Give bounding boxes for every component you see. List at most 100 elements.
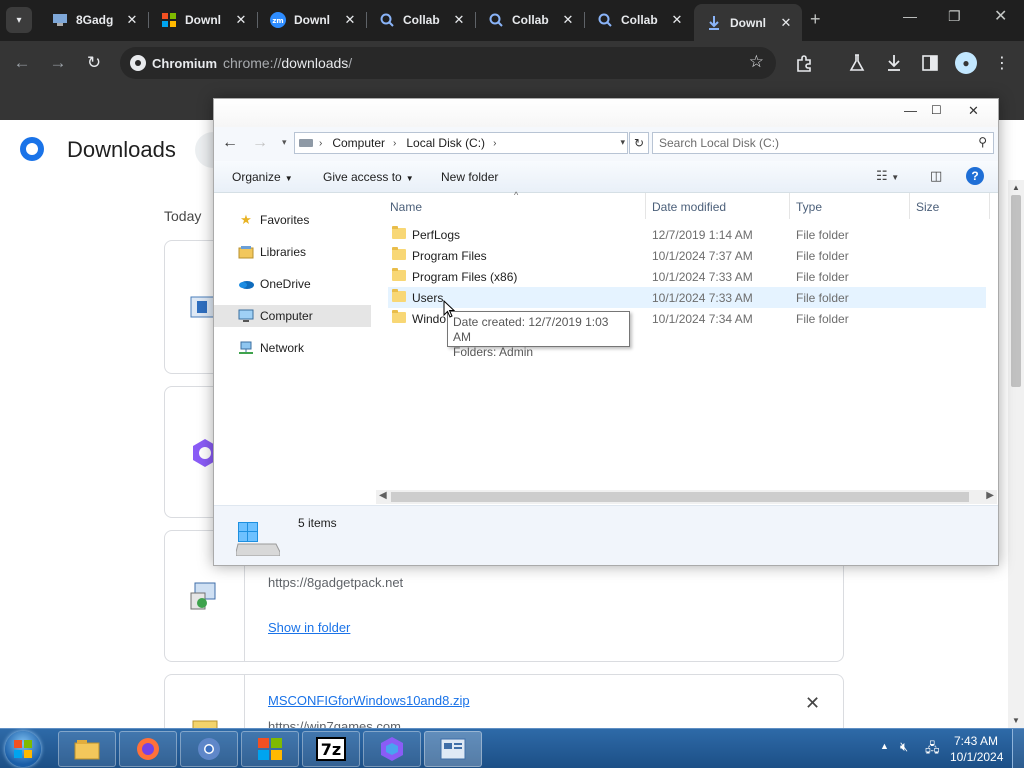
taskbar-firefox-icon[interactable] xyxy=(119,731,177,767)
tab-downloads-microsoft[interactable]: Downl ✕ xyxy=(149,4,257,36)
file-row-hovered[interactable]: Users 10/1/2024 7:33 AM File folder xyxy=(388,287,986,308)
maximize-icon[interactable]: ☐ xyxy=(931,103,942,117)
bookmark-star-icon[interactable]: ☆ xyxy=(749,52,764,72)
file-date: 12/7/2019 1:14 AM xyxy=(652,228,753,242)
preview-pane-icon[interactable]: ◫ xyxy=(930,168,942,184)
close-icon[interactable]: ✕ xyxy=(778,15,794,31)
close-window-icon[interactable]: ✕ xyxy=(968,103,979,119)
restore-icon[interactable]: ❐ xyxy=(948,8,961,25)
explorer-search-input[interactable]: Search Local Disk (C:) ⚲ xyxy=(652,132,994,154)
search-icon[interactable]: ⚲ xyxy=(978,135,987,149)
local-disk-icon xyxy=(236,522,280,556)
nav-item-libraries[interactable]: Libraries xyxy=(214,241,371,263)
windows-taskbar: 7z ▲ 🔇︎ 🖧︎ 7:43 AM 10/1/2024 xyxy=(0,728,1024,768)
close-icon[interactable]: ✕ xyxy=(451,12,467,28)
minimize-icon[interactable]: — xyxy=(903,8,917,24)
breadcrumb-chevron-icon[interactable]: › xyxy=(393,138,396,149)
download-filename-link[interactable]: MSCONFIGforWindows10and8.zip xyxy=(268,693,470,708)
give-access-menu-button[interactable]: Give access to ▼ xyxy=(323,170,414,184)
extensions-puzzle-icon[interactable] xyxy=(793,52,815,74)
reload-icon[interactable]: ↻ xyxy=(82,51,106,75)
address-bar[interactable]: Chromium chrome://downloads/ ☆ xyxy=(120,47,776,79)
computer-icon xyxy=(238,308,254,324)
back-arrow-icon[interactable]: ← xyxy=(222,134,238,152)
address-dropdown-icon[interactable]: ▾ xyxy=(620,137,625,148)
back-arrow-icon[interactable]: ← xyxy=(10,51,34,75)
show-in-folder-link[interactable]: Show in folder xyxy=(268,620,350,635)
breadcrumb-chevron-icon[interactable]: › xyxy=(493,138,496,149)
tab-search-chevron-icon[interactable]: ▾ xyxy=(6,7,32,33)
taskbar-control-panel-icon[interactable] xyxy=(424,731,482,767)
nav-item-network[interactable]: Network xyxy=(214,337,371,359)
minimize-icon[interactable]: — xyxy=(904,103,917,118)
download-tray-icon[interactable] xyxy=(883,52,905,74)
side-panel-icon[interactable] xyxy=(919,52,941,74)
tab-collab-1[interactable]: Collab ✕ xyxy=(367,4,475,36)
tab-8gadget[interactable]: 8Gadg ✕ xyxy=(40,4,148,36)
more-menu-icon[interactable]: ⋮ xyxy=(991,52,1013,74)
scroll-right-icon[interactable]: ▶ xyxy=(986,490,994,501)
page-scrollbar[interactable]: ▲ ▼ xyxy=(1008,180,1024,728)
nav-item-onedrive[interactable]: OneDrive xyxy=(214,273,371,295)
scroll-left-icon[interactable]: ◀ xyxy=(379,490,387,501)
close-icon[interactable]: ✕ xyxy=(342,12,358,28)
scroll-up-icon[interactable]: ▲ xyxy=(1012,183,1020,192)
taskbar-7zip-icon[interactable]: 7z xyxy=(302,731,360,767)
nav-item-computer[interactable]: Computer xyxy=(214,305,371,327)
file-list-horizontal-scrollbar[interactable]: ◀ ▶ xyxy=(376,490,997,504)
nav-item-favorites[interactable]: ★ Favorites xyxy=(214,209,371,231)
taskbar-explorer-icon[interactable] xyxy=(58,731,116,767)
close-icon[interactable]: ✕ xyxy=(233,12,249,28)
forward-arrow-icon[interactable]: → xyxy=(252,134,268,152)
taskbar-copilot-icon[interactable] xyxy=(363,731,421,767)
profile-avatar-icon[interactable]: ● xyxy=(955,52,977,74)
taskbar-clock[interactable]: 7:43 AM 10/1/2024 xyxy=(950,733,1003,765)
page-title: Downloads xyxy=(67,137,176,162)
help-icon[interactable]: ? xyxy=(966,167,984,185)
refresh-icon[interactable]: ↻ xyxy=(629,132,649,154)
close-icon[interactable]: ✕ xyxy=(669,12,685,28)
labs-flask-icon[interactable] xyxy=(846,52,868,74)
scrollbar-thumb[interactable] xyxy=(1011,195,1021,387)
search-icon xyxy=(488,12,504,28)
downloads-logo-icon xyxy=(20,137,44,161)
item-count: 5 items xyxy=(298,516,337,530)
tab-collab-2[interactable]: Collab ✕ xyxy=(476,4,584,36)
tab-downloads-active[interactable]: Downl ✕ xyxy=(694,4,802,41)
recent-locations-chevron-icon[interactable]: ▾ xyxy=(282,137,287,148)
chromium-chip[interactable]: Chromium xyxy=(126,51,217,75)
show-desktop-button[interactable] xyxy=(1012,729,1024,768)
new-folder-button[interactable]: New folder xyxy=(441,170,498,184)
explorer-address-bar[interactable]: › Computer › Local Disk (C:) › ▾ xyxy=(294,132,628,154)
view-options-icon[interactable]: ☷ ▼ xyxy=(876,168,899,184)
volume-muted-icon[interactable]: 🔇︎ xyxy=(900,739,908,755)
taskbar-windows-icon[interactable] xyxy=(241,731,299,767)
remove-download-close-icon[interactable]: ✕ xyxy=(805,693,820,714)
organize-menu-button[interactable]: Organize ▼ xyxy=(232,170,293,184)
network-tray-icon[interactable]: 🖧︎ xyxy=(925,739,940,761)
file-row[interactable]: PerfLogs 12/7/2019 1:14 AM File folder xyxy=(388,224,986,245)
close-window-icon[interactable]: ✕ xyxy=(994,6,1007,26)
breadcrumb-chevron-icon[interactable]: › xyxy=(319,138,322,149)
breadcrumb-computer[interactable]: Computer xyxy=(332,136,385,150)
column-header-type[interactable]: Type xyxy=(790,193,910,219)
taskbar-chromium-icon[interactable] xyxy=(180,731,238,767)
tab-downloads-zoom[interactable]: zm Downl ✕ xyxy=(258,4,366,36)
breadcrumb-local-disk[interactable]: Local Disk (C:) xyxy=(406,136,485,150)
column-header-name[interactable]: Name ^ xyxy=(384,190,646,219)
file-row[interactable]: Program Files 10/1/2024 7:37 AM File fol… xyxy=(388,245,986,266)
column-header-date-modified[interactable]: Date modified xyxy=(646,193,790,219)
forward-arrow-icon[interactable]: → xyxy=(46,51,70,75)
close-icon[interactable]: ✕ xyxy=(560,12,576,28)
scrollbar-thumb[interactable] xyxy=(391,492,969,502)
new-tab-plus-icon[interactable]: + xyxy=(810,9,821,30)
close-icon[interactable]: ✕ xyxy=(124,12,140,28)
column-header-size[interactable]: Size xyxy=(910,193,990,219)
file-type: File folder xyxy=(796,312,849,326)
file-row[interactable]: Program Files (x86) 10/1/2024 7:33 AM Fi… xyxy=(388,266,986,287)
start-button-windows-icon[interactable] xyxy=(5,731,41,767)
tab-collab-3[interactable]: Collab ✕ xyxy=(585,4,693,36)
show-hidden-icons-arrow-icon[interactable]: ▲ xyxy=(880,741,889,751)
scroll-down-icon[interactable]: ▼ xyxy=(1012,716,1020,725)
explorer-titlebar[interactable]: — ☐ ✕ xyxy=(214,99,998,127)
